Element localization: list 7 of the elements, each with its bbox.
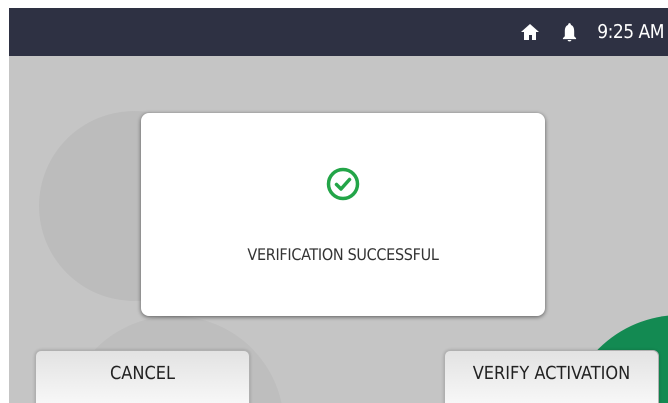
- check-circle-icon: [326, 167, 360, 201]
- clock-time: 9:25 AM: [597, 21, 664, 43]
- dialog-message: VERIFICATION SUCCESSFUL: [247, 245, 439, 264]
- verify-activation-button[interactable]: VERIFY ACTIVATION: [444, 350, 659, 403]
- cancel-button[interactable]: CANCEL: [35, 350, 250, 403]
- bell-icon[interactable]: [562, 22, 578, 42]
- home-icon[interactable]: [520, 23, 540, 41]
